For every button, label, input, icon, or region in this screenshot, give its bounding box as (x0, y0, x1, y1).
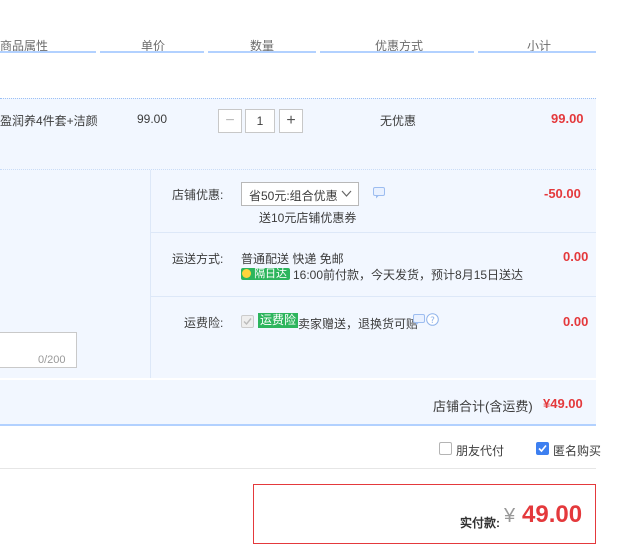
header-underline (100, 51, 204, 53)
help-icon[interactable]: ? (426, 313, 439, 326)
payment-amount: 49.00 (522, 501, 583, 528)
anonymous-purchase-checkbox[interactable] (536, 442, 549, 455)
message-char-counter: 0/200 (38, 354, 66, 366)
shop-discount-select[interactable]: 省50元:组合优惠 (241, 182, 359, 206)
order-options-panel: 店铺优惠: 省50元:组合优惠 送10元店铺优惠券 -50.00 运送方式: 普… (0, 170, 596, 378)
svg-text:?: ? (430, 316, 435, 326)
header-underline (478, 51, 596, 53)
friend-pay-label[interactable]: 朋友代付 (456, 442, 504, 459)
item-subtotal: 99.00 (551, 111, 584, 126)
friend-pay-checkbox[interactable] (439, 442, 452, 455)
quantity-input[interactable]: 1 (245, 109, 275, 133)
shop-discount-note: 送10元店铺优惠券 (259, 211, 357, 225)
next-day-badge-label: 隔日达 (254, 268, 288, 280)
anonymous-purchase-label[interactable]: 匿名购买 (553, 442, 601, 459)
header-underline (208, 51, 316, 53)
store-total-label: 店铺合计(含运费) (433, 399, 533, 414)
comment-icon[interactable] (373, 187, 385, 199)
item-unit-price: 99.00 (137, 112, 168, 126)
store-total-row: 店铺合计(含运费) ¥49.00 (0, 380, 596, 426)
shipping-amount: 0.00 (563, 249, 589, 264)
buyer-message-input[interactable]: 0/200 (0, 332, 77, 368)
divider (151, 232, 596, 233)
header-underline (0, 51, 96, 53)
header-underline (320, 51, 474, 53)
order-item-row: 盈润养4件套+洁颜 99.00 − 1 + 无优惠 99.00 (0, 98, 596, 170)
shipping-method: 普通配送 快递 免邮 (241, 252, 344, 266)
divider (151, 296, 596, 297)
insurance-tag: 运费险 (258, 313, 299, 328)
shop-discount-label: 店铺优惠: (172, 188, 224, 202)
store-total-amount: ¥49.00 (543, 396, 583, 411)
payment-summary-box: 实付款: ¥ 49.00 (253, 484, 596, 544)
chevron-down-icon (341, 190, 352, 197)
quantity-decrease-button[interactable]: − (218, 109, 242, 133)
shop-discount-amount: -50.00 (544, 186, 581, 201)
insurance-label: 运费险: (184, 316, 224, 330)
quantity-increase-button[interactable]: + (279, 109, 303, 133)
payment-currency: ¥ (504, 505, 516, 527)
insurance-checkbox[interactable] (241, 315, 254, 328)
shipping-info: 16:00前付款，今天发货，预计8月15日送达 (293, 268, 524, 282)
lightning-icon (242, 269, 251, 278)
shop-discount-selected: 省50元:组合优惠 (249, 189, 338, 203)
insurance-text: 卖家赠送，退换货可赔 (298, 317, 419, 331)
payment-label: 实付款: (460, 516, 500, 530)
divider (150, 170, 151, 378)
item-name[interactable]: 盈润养4件套+洁颜 (0, 112, 98, 129)
divider (0, 468, 596, 469)
item-discount: 无优惠 (380, 114, 417, 128)
next-day-badge: 隔日达 (241, 268, 291, 280)
insurance-amount: 0.00 (563, 314, 589, 329)
shipping-label: 运送方式: (172, 252, 224, 266)
comment-icon[interactable] (413, 314, 425, 326)
